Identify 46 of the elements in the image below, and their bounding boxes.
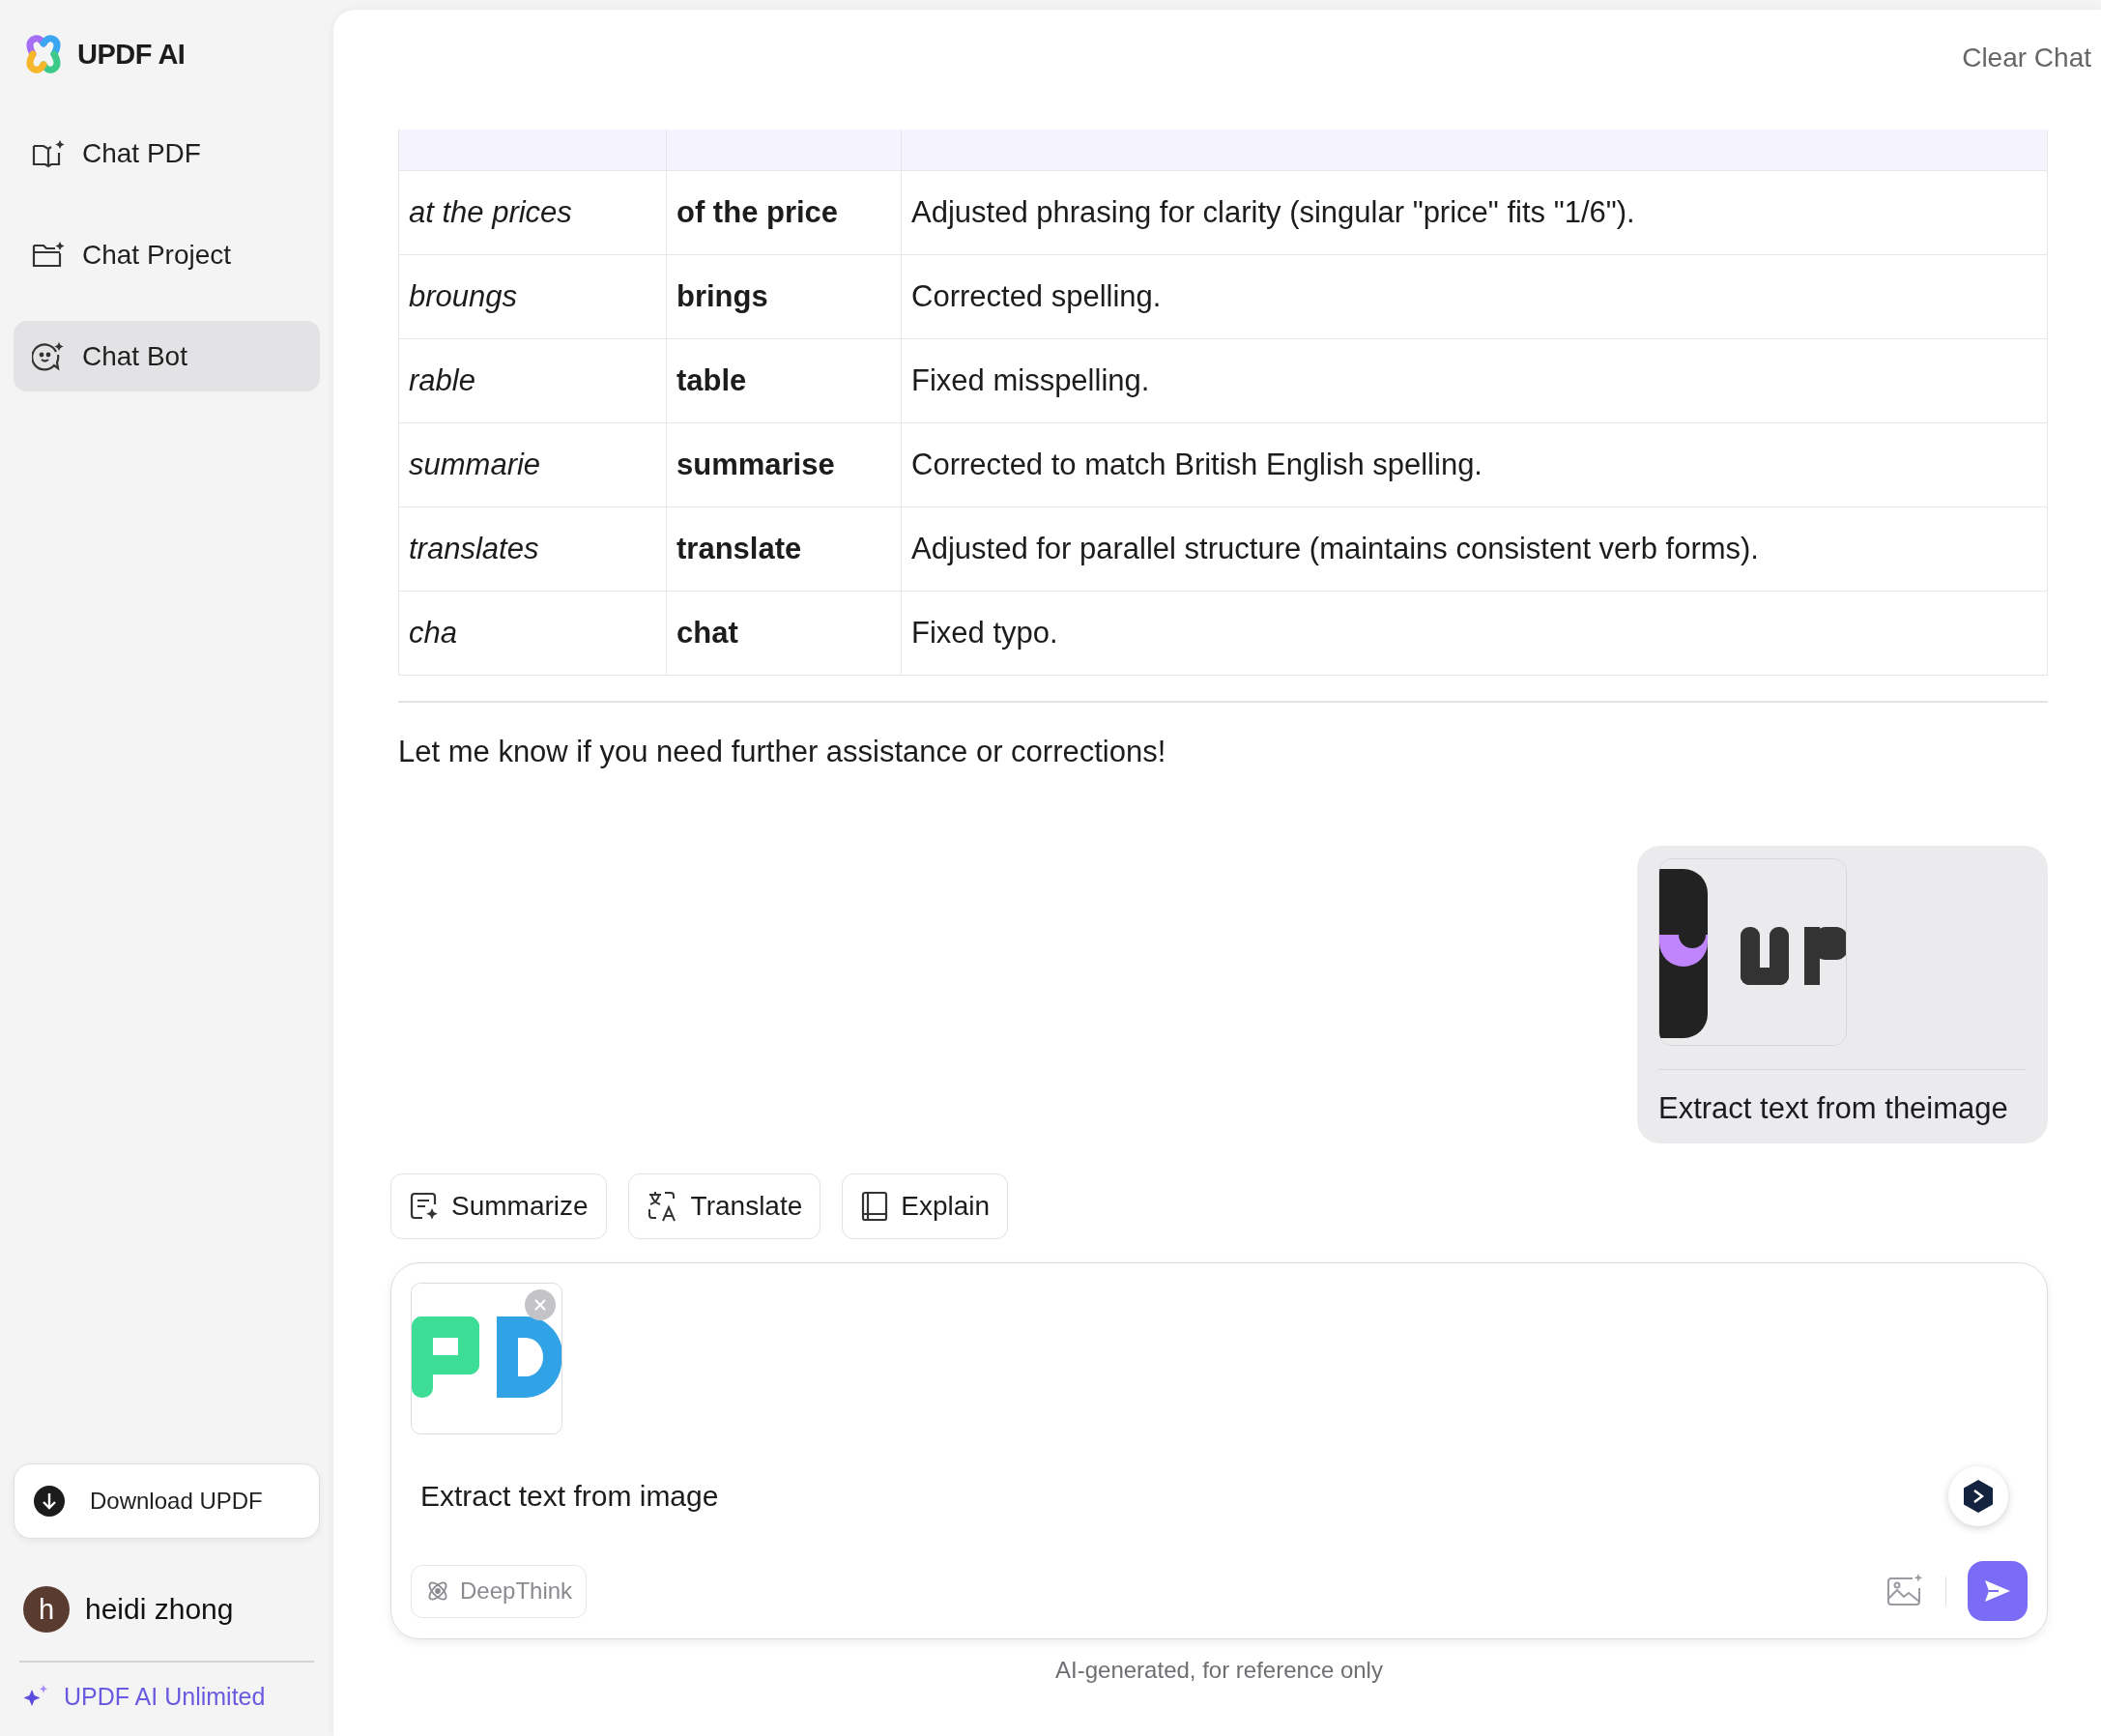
table-cell: translates — [398, 506, 667, 592]
logo-icon — [23, 34, 64, 74]
nav-item[interactable]: Chat PDF — [14, 118, 320, 188]
table-cell: brings — [666, 254, 902, 339]
table-cell: Adjusted for parallel structure (maintains consistent verb forms). — [901, 506, 2048, 592]
table-cell: rable — [398, 338, 667, 423]
table-cell: Adjusted phrasing for clarity (singular "price" fits "1/6"). — [901, 170, 2048, 255]
brand-name: UPDF AI — [77, 38, 186, 71]
clear-chat-button[interactable]: Clear Chat — [1962, 37, 2091, 79]
table-cell: cha — [398, 591, 667, 676]
book-icon — [32, 138, 65, 168]
avatar[interactable]: h — [23, 1586, 70, 1633]
download-icon — [34, 1486, 65, 1517]
quick-action-button[interactable]: Explain — [842, 1173, 1009, 1240]
book-icon — [860, 1191, 890, 1223]
send-icon — [1983, 1578, 2012, 1605]
assistant-button[interactable] — [1948, 1466, 2008, 1527]
folder-icon — [32, 240, 65, 270]
table-cell: summarie — [398, 422, 667, 507]
table-cell: chat — [666, 591, 902, 676]
table-cell: Fixed typo. — [901, 591, 2048, 676]
quick-action-button[interactable]: Summarize — [390, 1173, 607, 1240]
table-cell: table — [666, 338, 902, 423]
hexagon-icon — [1962, 1479, 1995, 1515]
bot-face-icon — [32, 340, 65, 372]
message-input[interactable]: Extract text from image — [411, 1475, 1948, 1519]
close-icon — [533, 1298, 547, 1313]
table-cell: broungs — [398, 254, 667, 339]
table-cell: Corrected spelling. — [901, 254, 2048, 339]
quick-action-button[interactable]: Translate — [627, 1173, 821, 1240]
table-cell: of the price — [666, 170, 902, 255]
table-cell: Fixed misspelling. — [901, 338, 2048, 423]
nav-item[interactable]: Chat Project — [14, 219, 320, 290]
image-icon — [1885, 1572, 1924, 1607]
table-cell: translate — [666, 506, 902, 592]
table-cell: summarise — [666, 422, 902, 507]
disclaimer-text: AI-generated, for reference only — [1054, 1657, 1384, 1685]
table-cell: at the prices — [398, 170, 667, 255]
assistant-message: Let me know if you need further assistance or corrections! — [398, 734, 1167, 770]
send-button[interactable] — [1968, 1561, 2028, 1622]
table-cell: Corrected to match British English spelling. — [901, 422, 2048, 507]
nav-item[interactable]: Chat Bot — [14, 321, 320, 391]
plan-link[interactable]: UPDF AI Unlimited — [64, 1682, 266, 1711]
download-button[interactable]: Download UPDF — [14, 1463, 320, 1539]
user-name: heidi zhong — [85, 1593, 234, 1626]
message-text: Extract text from theimage — [1658, 1091, 2009, 1127]
